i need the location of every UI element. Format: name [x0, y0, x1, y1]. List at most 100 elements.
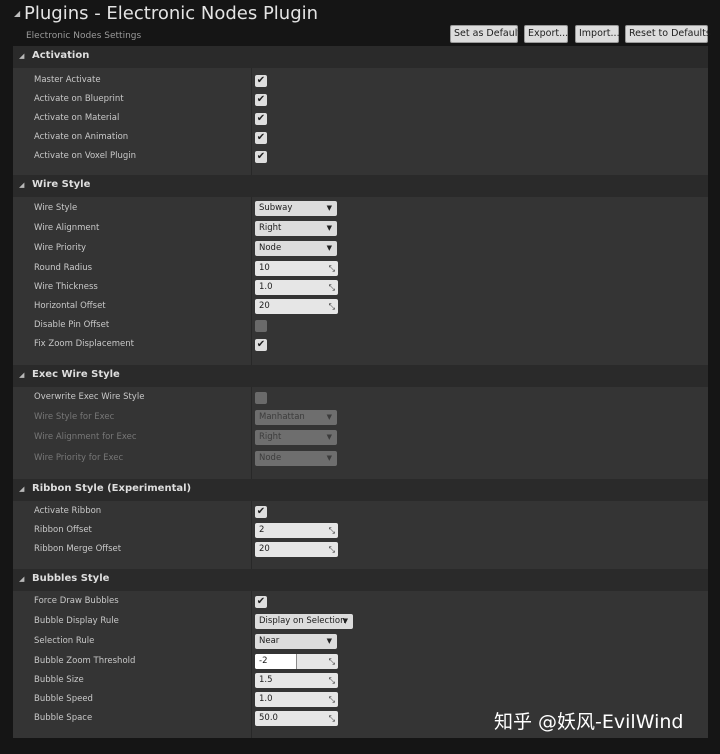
bubble-space-input[interactable]: 50.0 ⤡	[255, 711, 338, 726]
section-header-exec-wire-style[interactable]: ◢ Exec Wire Style	[13, 365, 708, 387]
watermark: 知乎 @妖风-EvilWind	[494, 711, 684, 733]
activate-animation-row: Activate on Animation ✔	[13, 129, 708, 148]
drag-resize-icon: ⤡	[328, 676, 335, 685]
bubble-zoom-threshold-slider[interactable]: -2 ⤡	[255, 654, 338, 669]
round-radius-row: Round Radius 10 ⤡	[13, 260, 708, 279]
disable-pin-offset-checkbox[interactable]	[255, 320, 267, 332]
disable-pin-offset-row: Disable Pin Offset	[13, 317, 708, 336]
wire-thickness-input[interactable]: 1.0 ⤡	[255, 280, 338, 295]
numeric-value: 20	[259, 301, 270, 311]
section-title: Bubbles Style	[32, 573, 110, 584]
dropdown-value: Node	[259, 453, 282, 463]
dropdown-arrow-icon: ▼	[326, 454, 332, 462]
row-label: Master Activate	[34, 75, 101, 85]
overwrite-exec-checkbox[interactable]	[255, 392, 267, 404]
row-label: Fix Zoom Displacement	[34, 339, 135, 349]
export-button[interactable]: Export...	[524, 25, 568, 43]
activate-blueprint-row: Activate on Blueprint ✔	[13, 91, 708, 110]
bubble-size-row: Bubble Size 1.5 ⤡	[13, 672, 708, 691]
collapse-triangle-icon[interactable]: ◢	[14, 9, 20, 18]
dropdown-value: Near	[259, 636, 280, 646]
numeric-value: 1.0	[259, 694, 273, 704]
bubble-speed-input[interactable]: 1.0 ⤡	[255, 692, 338, 707]
master-activate-checkbox[interactable]: ✔	[255, 75, 267, 87]
collapse-triangle-icon: ◢	[19, 181, 25, 189]
section-header-ribbon-style[interactable]: ◢ Ribbon Style (Experimental)	[13, 479, 708, 501]
activate-material-checkbox[interactable]: ✔	[255, 113, 267, 125]
row-label: Force Draw Bubbles	[34, 596, 119, 606]
section-title: Activation	[32, 50, 90, 61]
section-body: Master Activate ✔ Activate on Blueprint …	[13, 68, 708, 175]
force-draw-checkbox[interactable]: ✔	[255, 596, 267, 608]
page-subtitle: Electronic Nodes Settings	[26, 31, 142, 41]
dropdown-value: Right	[259, 223, 282, 233]
wire-alignment-row: Wire Alignment Right ▼	[13, 220, 708, 239]
wire-priority-dropdown[interactable]: Node ▼	[255, 241, 337, 256]
section-header-activation[interactable]: ◢ Activation	[13, 46, 708, 68]
ribbon-offset-row: Ribbon Offset 2 ⤡	[13, 522, 708, 541]
checkmark-icon: ✔	[256, 506, 266, 517]
activate-blueprint-checkbox[interactable]: ✔	[255, 94, 267, 106]
dropdown-value: Right	[259, 432, 282, 442]
force-draw-row: Force Draw Bubbles ✔	[13, 593, 708, 612]
activate-voxel-checkbox[interactable]: ✔	[255, 151, 267, 163]
section-exec-wire-style: ◢ Exec Wire Style Overwrite Exec Wire St…	[13, 365, 708, 479]
set-as-default-button[interactable]: Set as Default	[450, 25, 521, 43]
round-radius-input[interactable]: 10 ⤡	[255, 261, 338, 276]
section-header-bubbles-style[interactable]: ◢ Bubbles Style	[13, 569, 708, 591]
numeric-value: 1.0	[259, 282, 273, 292]
activate-material-row: Activate on Material ✔	[13, 110, 708, 129]
wire-alignment-exec-dropdown: Right ▼	[255, 430, 337, 445]
wire-priority-row: Wire Priority Node ▼	[13, 240, 708, 259]
checkmark-icon: ✔	[256, 596, 266, 607]
row-label: Wire Alignment for Exec	[34, 432, 137, 442]
horizontal-offset-row: Horizontal Offset 20 ⤡	[13, 298, 708, 317]
row-label: Wire Thickness	[34, 282, 98, 292]
row-label: Activate on Blueprint	[34, 94, 124, 104]
ribbon-merge-offset-input[interactable]: 20 ⤡	[255, 542, 338, 557]
row-label: Ribbon Merge Offset	[34, 544, 122, 554]
horizontal-offset-input[interactable]: 20 ⤡	[255, 299, 338, 314]
section-body: Overwrite Exec Wire Style Wire Style for…	[13, 387, 708, 479]
master-activate-row: Master Activate ✔	[13, 72, 708, 91]
numeric-value: 2	[259, 525, 265, 535]
wire-style-exec-dropdown: Manhattan ▼	[255, 410, 337, 425]
checkmark-icon: ✔	[256, 339, 266, 350]
wire-style-row: Wire Style Subway ▼	[13, 200, 708, 219]
wire-alignment-dropdown[interactable]: Right ▼	[255, 221, 337, 236]
ribbon-offset-input[interactable]: 2 ⤡	[255, 523, 338, 538]
selection-rule-dropdown[interactable]: Near ▼	[255, 634, 337, 649]
collapse-triangle-icon: ◢	[19, 485, 25, 493]
section-title: Wire Style	[32, 179, 91, 190]
drag-resize-icon: ⤡	[328, 695, 335, 704]
row-label: Bubble Zoom Threshold	[34, 656, 136, 666]
collapse-triangle-icon: ◢	[19, 575, 25, 583]
import-button[interactable]: Import...	[575, 25, 620, 43]
activate-ribbon-row: Activate Ribbon ✔	[13, 503, 708, 522]
page-title-text: Plugins - Electronic Nodes Plugin	[24, 3, 319, 24]
selection-rule-row: Selection Rule Near ▼	[13, 633, 708, 652]
section-header-wire-style[interactable]: ◢ Wire Style	[13, 175, 708, 197]
bubble-size-input[interactable]: 1.5 ⤡	[255, 673, 338, 688]
overwrite-exec-row: Overwrite Exec Wire Style	[13, 389, 708, 408]
row-label: Wire Style	[34, 203, 78, 213]
drag-resize-icon: ⤡	[328, 264, 335, 273]
drag-resize-icon: ⤡	[328, 302, 335, 311]
row-label: Activate on Animation	[34, 132, 129, 142]
row-label: Activate on Voxel Plugin	[34, 151, 136, 161]
fix-zoom-checkbox[interactable]: ✔	[255, 339, 267, 351]
row-label: Ribbon Offset	[34, 525, 92, 535]
wire-style-dropdown[interactable]: Subway ▼	[255, 201, 337, 216]
bubble-display-rule-row: Bubble Display Rule Display on Selection…	[13, 613, 708, 632]
activate-ribbon-checkbox[interactable]: ✔	[255, 506, 267, 518]
wire-priority-exec-dropdown: Node ▼	[255, 451, 337, 466]
bubble-display-rule-dropdown[interactable]: Display on Selection ▼	[255, 614, 353, 629]
dropdown-arrow-icon: ▼	[326, 204, 332, 212]
numeric-value: 20	[259, 544, 270, 554]
numeric-value: 1.5	[259, 675, 273, 685]
dropdown-value: Node	[259, 243, 282, 253]
row-label: Selection Rule	[34, 636, 95, 646]
wire-thickness-row: Wire Thickness 1.0 ⤡	[13, 279, 708, 298]
activate-animation-checkbox[interactable]: ✔	[255, 132, 267, 144]
reset-to-defaults-button[interactable]: Reset to Defaults	[625, 25, 711, 43]
